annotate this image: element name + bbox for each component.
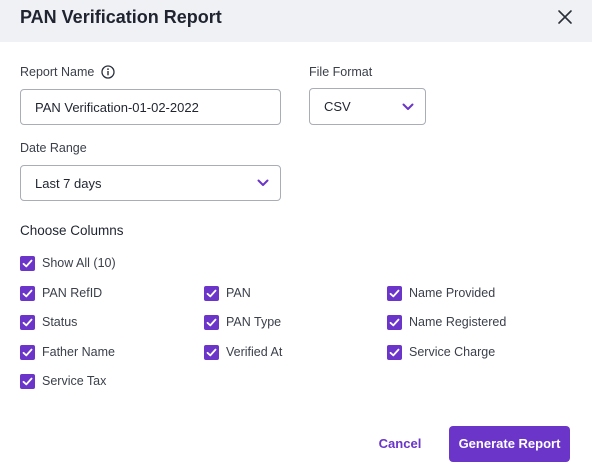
column-checkbox-verified-at[interactable] xyxy=(204,345,219,360)
column-checkbox-pan-type[interactable] xyxy=(204,315,219,330)
check-icon xyxy=(206,318,217,327)
generate-report-button[interactable]: Generate Report xyxy=(449,426,570,462)
column-label: Father Name xyxy=(42,345,115,359)
file-format-value: CSV xyxy=(324,99,351,114)
check-icon xyxy=(389,348,400,357)
info-icon[interactable] xyxy=(101,65,115,79)
column-label: Service Tax xyxy=(42,374,107,388)
column-label: Name Provided xyxy=(409,286,496,300)
check-icon xyxy=(22,348,33,357)
column-checkbox-name-registered[interactable] xyxy=(387,315,402,330)
column-label: Verified At xyxy=(226,345,283,359)
check-icon xyxy=(389,318,400,327)
column-checkbox-pan[interactable] xyxy=(204,286,219,301)
choose-columns-title: Choose Columns xyxy=(20,223,124,238)
report-name-input[interactable]: PAN Verification-01-02-2022 xyxy=(20,89,281,125)
dialog-title: PAN Verification Report xyxy=(20,7,222,27)
chevron-down-icon xyxy=(402,103,414,110)
show-all-checkbox[interactable] xyxy=(20,256,35,271)
column-checkbox-service-charge[interactable] xyxy=(387,345,402,360)
column-checkbox-service-tax[interactable] xyxy=(20,374,35,389)
show-all-label: Show All (10) xyxy=(42,256,116,270)
column-label: Name Registered xyxy=(409,315,507,329)
file-format-select[interactable]: CSV xyxy=(309,88,426,125)
dialog-header: PAN Verification Report xyxy=(0,0,592,42)
column-checkbox-name-provided[interactable] xyxy=(387,286,402,301)
column-label: PAN xyxy=(226,286,251,300)
cancel-button[interactable]: Cancel xyxy=(372,434,428,454)
check-icon xyxy=(22,377,33,386)
file-format-label: File Format xyxy=(309,65,373,79)
report-name-value: PAN Verification-01-02-2022 xyxy=(35,100,199,115)
check-icon xyxy=(206,289,217,298)
column-label: PAN RefID xyxy=(42,286,103,300)
date-range-label: Date Range xyxy=(20,141,87,155)
check-icon xyxy=(389,289,400,298)
check-icon xyxy=(22,318,33,327)
check-icon xyxy=(22,259,33,268)
check-icon xyxy=(206,348,217,357)
date-range-value: Last 7 days xyxy=(35,176,102,191)
report-name-label: Report Name xyxy=(20,65,95,79)
date-range-select[interactable]: Last 7 days xyxy=(20,165,281,201)
column-checkbox-father-name[interactable] xyxy=(20,345,35,360)
column-label: Status xyxy=(42,315,78,329)
close-icon[interactable] xyxy=(556,8,574,26)
column-checkbox-pan-refid[interactable] xyxy=(20,286,35,301)
column-checkbox-status[interactable] xyxy=(20,315,35,330)
column-label: PAN Type xyxy=(226,315,282,329)
column-label: Service Charge xyxy=(409,345,496,359)
check-icon xyxy=(22,289,33,298)
chevron-down-icon xyxy=(257,179,269,186)
